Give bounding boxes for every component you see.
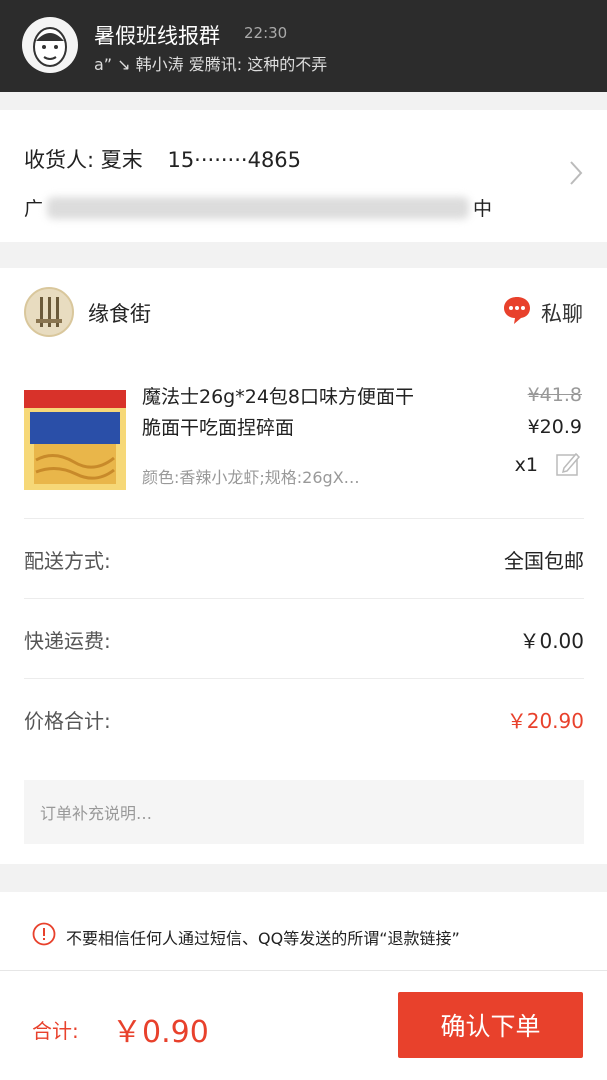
notification-message: a” ↘ 韩小涛 爱腾讯: 这种的不弄 <box>94 55 328 74</box>
shop-logo <box>24 287 74 337</box>
product-price: ¥20.9 <box>527 416 582 438</box>
delivery-label: 配送方式: <box>24 549 111 573</box>
original-price: ¥41.8 <box>527 384 582 406</box>
warning-icon <box>32 922 56 950</box>
notification-time: 22:30 <box>244 24 288 42</box>
total-label: 合计: <box>32 1019 79 1043</box>
shipping-fee-row: 快递运费: ￥0.00 <box>24 598 584 676</box>
shipping-fee-value: ￥0.00 <box>519 629 584 653</box>
address-suffix: 中 <box>473 198 493 220</box>
warning-notice: 不要相信任何人通过短信、QQ等发送的所谓“退款链接” <box>0 892 607 970</box>
delivery-row[interactable]: 配送方式: 全国包邮 <box>24 518 584 596</box>
chat-label: 私聊 <box>541 301 583 326</box>
address-prefix: 广 <box>24 198 44 220</box>
total-value: ￥0.90 <box>112 1015 209 1050</box>
avatar <box>22 17 78 73</box>
address-card[interactable]: 收货人: 夏末 15········4865 广 中 <box>0 110 607 242</box>
shipping-fee-label: 快递运费: <box>24 629 111 653</box>
confirm-order-button[interactable]: 确认下单 <box>398 992 583 1058</box>
chevron-right-icon[interactable] <box>569 160 583 190</box>
price-total-value: ￥20.90 <box>506 709 584 733</box>
price-total-label: 价格合计: <box>24 709 111 733</box>
notification-title: 暑假班线报群 <box>94 24 220 48</box>
recipient-label: 收货人: 夏末 <box>24 148 143 172</box>
order-note-input[interactable]: 订单补充说明… <box>24 780 584 844</box>
edit-icon[interactable] <box>554 450 582 482</box>
product-image <box>24 390 126 490</box>
address-redacted <box>47 196 470 219</box>
recipient-phone: 15········4865 <box>167 148 302 172</box>
product-item[interactable]: 魔法士26g*24包8口味方便面干脆面干吃面捏碎面 颜色:香辣小龙虾;规格:26… <box>24 376 584 496</box>
private-chat-button[interactable]: 私聊 <box>501 294 583 331</box>
delivery-value: 全国包邮 <box>504 549 584 573</box>
chat-bubble-icon <box>501 294 533 331</box>
address-line: 广 中 <box>24 194 492 221</box>
checkout-bar: 合计: ￥0.90 确认下单 <box>0 970 607 1080</box>
product-name: 魔法士26g*24包8口味方便面干脆面干吃面捏碎面 <box>142 386 415 439</box>
recipient-line: 收货人: 夏末 15········4865 <box>24 144 301 174</box>
warning-text: 不要相信任何人通过短信、QQ等发送的所谓“退款链接” <box>66 929 460 948</box>
price-total-row: 价格合计: ￥20.90 <box>24 678 584 756</box>
notification-banner[interactable]: 暑假班线报群 22:30 a” ↘ 韩小涛 爱腾讯: 这种的不弄 <box>0 0 607 92</box>
order-card: 缘食街 私聊 魔法士26g*24包8口味方便面干脆面干吃面捏碎面 颜色:香辣小龙… <box>0 268 607 864</box>
shop-name[interactable]: 缘食街 <box>88 298 151 328</box>
order-note-placeholder: 订单补充说明… <box>40 804 153 823</box>
product-spec: 颜色:香辣小龙虾;规格:26gX… <box>142 468 360 487</box>
product-quantity: x1 <box>514 454 538 476</box>
